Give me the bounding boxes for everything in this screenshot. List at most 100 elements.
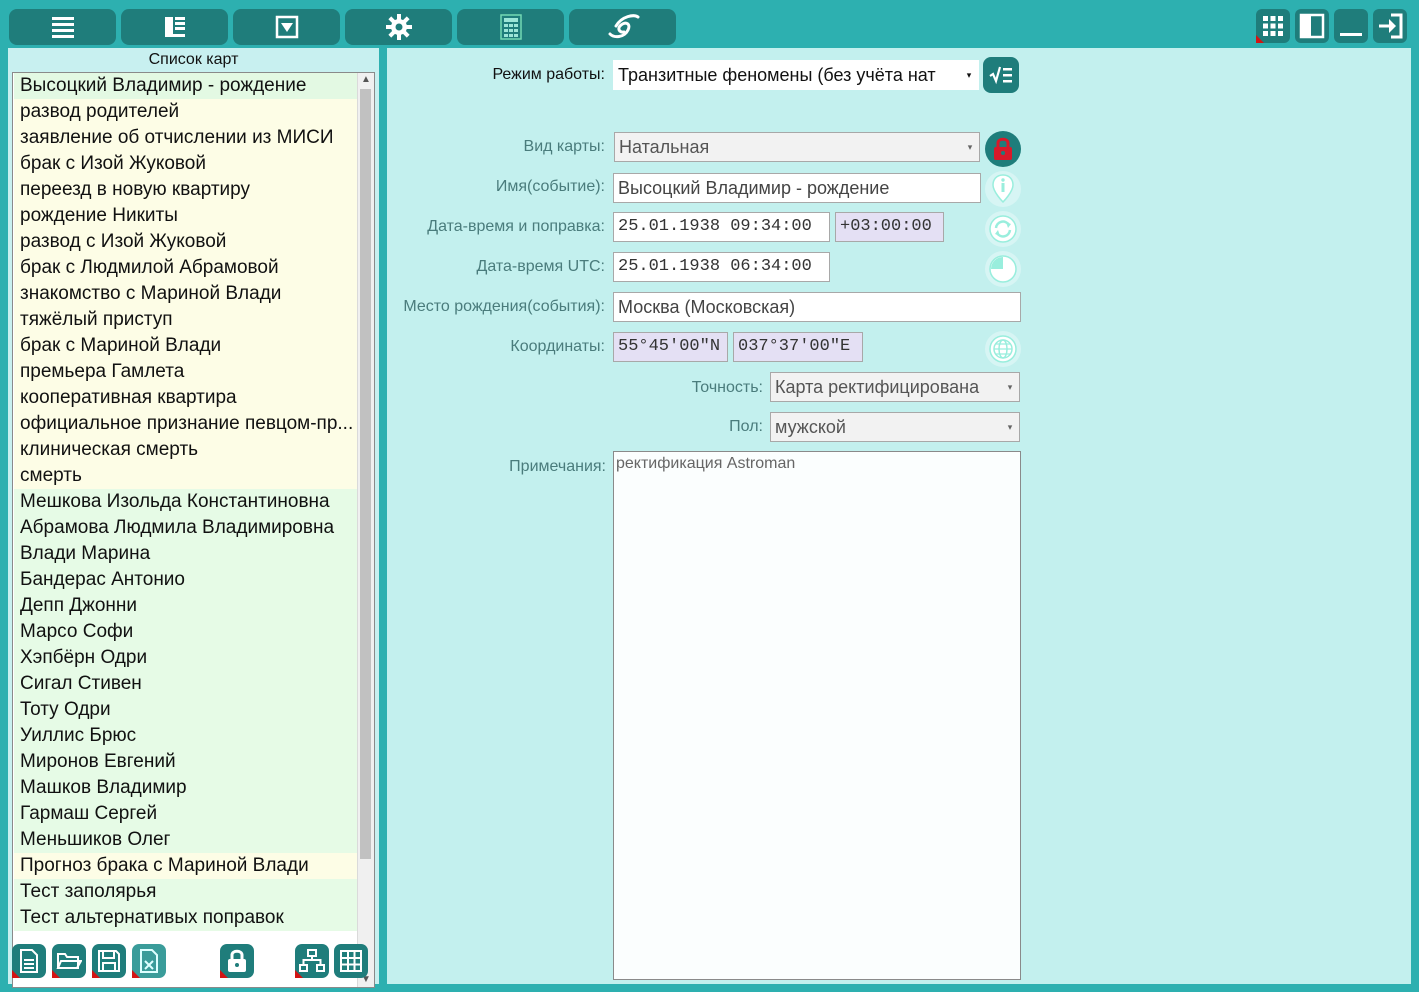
scroll-thumb[interactable] xyxy=(360,89,371,859)
red-corner-marker xyxy=(132,970,140,978)
list-item[interactable]: премьера Гамлета xyxy=(14,359,358,385)
list-item[interactable]: смерть xyxy=(14,463,358,489)
longitude-input[interactable]: 037°37'00"E xyxy=(733,332,863,362)
table-view-button[interactable] xyxy=(334,944,368,978)
list-item[interactable]: брак с Мариной Влади xyxy=(14,333,358,359)
gear-icon xyxy=(385,14,412,40)
list-item[interactable]: заявление об отчислении из МИСИ xyxy=(14,125,358,151)
list-item[interactable]: Хэпбёрн Одри xyxy=(14,645,358,671)
list-item[interactable]: Депп Джонни xyxy=(14,593,358,619)
layout-button[interactable] xyxy=(121,9,228,45)
logo-button[interactable] xyxy=(569,9,676,45)
grid-view-button[interactable] xyxy=(1256,9,1290,43)
list-item[interactable]: официальное признание певцом-пр... xyxy=(14,411,358,437)
name-label: Имя(событие): xyxy=(495,178,605,195)
coords-label: Координаты: xyxy=(510,338,605,355)
save-icon xyxy=(98,950,120,972)
minimize-icon xyxy=(1340,33,1362,36)
list-item[interactable]: Гармаш Сергей xyxy=(14,801,358,827)
lock-chart-button[interactable] xyxy=(985,131,1021,167)
scroll-up-arrow-icon[interactable]: ▲ xyxy=(358,73,374,87)
place-label: Место рождения(события): xyxy=(403,298,605,315)
settings-button[interactable] xyxy=(345,9,452,45)
latitude-input[interactable]: 55°45'00"N xyxy=(613,332,728,362)
list-item[interactable]: кооперативная квартира xyxy=(14,385,358,411)
mode-label: Режим работы: xyxy=(492,66,605,83)
list-item[interactable]: развод родителей xyxy=(14,99,358,125)
check-list-icon xyxy=(989,66,1012,85)
list-item[interactable]: рождение Никиты xyxy=(14,203,358,229)
delete-chart-button[interactable] xyxy=(132,944,166,978)
list-item[interactable]: знакомство с Мариной Влади xyxy=(14,281,358,307)
list-item[interactable]: Миронов Евгений xyxy=(14,749,358,775)
menu-icon xyxy=(51,17,74,38)
clock-icon xyxy=(989,255,1017,283)
panel-splitter[interactable] xyxy=(379,48,387,984)
datetime-input[interactable]: 25.01.1938 09:34:00 xyxy=(613,212,830,242)
calculator-icon xyxy=(499,14,522,40)
mode-select[interactable]: Транзитные феномены (без учёта нат ▾ xyxy=(613,60,979,90)
lock-list-button[interactable] xyxy=(220,944,254,978)
accuracy-select[interactable]: Карта ректифицирована ▾ xyxy=(770,372,1020,402)
list-item[interactable]: Бандерас Антонио xyxy=(14,567,358,593)
chart-type-label: Вид карты: xyxy=(523,138,605,155)
chart-list[interactable]: Высоцкий Владимир - рождение развод родит… xyxy=(12,72,375,988)
name-input[interactable]: Высоцкий Владимир - рождение xyxy=(613,173,981,203)
gender-select[interactable]: мужской ▾ xyxy=(770,412,1020,442)
lock-icon xyxy=(228,949,246,972)
gender-label: Пол: xyxy=(729,418,763,435)
list-item[interactable]: брак с Изой Жуковой xyxy=(14,151,358,177)
globe-icon xyxy=(989,335,1017,363)
mode-value: Транзитные феномены (без учёта нат xyxy=(618,65,936,85)
panel-toggle-button[interactable] xyxy=(1295,9,1329,43)
globe-button[interactable] xyxy=(985,331,1021,367)
utc-input[interactable]: 25.01.1938 06:34:00 xyxy=(613,252,830,282)
info-button[interactable] xyxy=(985,171,1021,207)
hierarchy-button[interactable] xyxy=(295,944,329,978)
refresh-button[interactable] xyxy=(985,211,1021,247)
menu-button[interactable] xyxy=(9,9,116,45)
place-input[interactable]: Москва (Московская) xyxy=(613,292,1021,322)
now-button[interactable] xyxy=(985,251,1021,287)
notes-value: ректификация Astroman xyxy=(616,455,796,472)
chevron-down-icon: ▾ xyxy=(1007,382,1013,392)
list-scrollbar[interactable]: ▲ ▼ xyxy=(357,73,374,987)
notes-textarea[interactable]: ректификация Astroman xyxy=(613,451,1021,980)
list-item[interactable]: Сигал Стивен xyxy=(14,671,358,697)
calculator-button[interactable] xyxy=(457,9,564,45)
chevron-down-icon: ▾ xyxy=(967,142,973,152)
list-item[interactable]: Машков Владимир xyxy=(14,775,358,801)
open-folder-icon xyxy=(56,953,82,969)
dropdown-button[interactable] xyxy=(233,9,340,45)
chart-list-items: Высоцкий Владимир - рождение развод родит… xyxy=(14,73,358,931)
list-item[interactable]: Высоцкий Владимир - рождение xyxy=(14,73,358,99)
list-item[interactable]: Тест альтернативых поправок xyxy=(14,905,358,931)
new-chart-button[interactable] xyxy=(12,944,46,978)
list-item[interactable]: брак с Людмилой Абрамовой xyxy=(14,255,358,281)
minimize-button[interactable] xyxy=(1334,9,1368,43)
chart-type-select[interactable]: Натальная ▾ xyxy=(614,132,980,162)
list-item[interactable]: Меньшиков Олег xyxy=(14,827,358,853)
list-item[interactable]: клиническая смерть xyxy=(14,437,358,463)
list-item[interactable]: развод с Изой Жуковой xyxy=(14,229,358,255)
list-item[interactable]: Влади Марина xyxy=(14,541,358,567)
open-chart-button[interactable] xyxy=(52,944,86,978)
list-item[interactable]: Прогноз брака с Мариной Влади xyxy=(14,853,358,879)
list-item[interactable]: Марсо Софи xyxy=(14,619,358,645)
list-item[interactable]: Тоту Одри xyxy=(14,697,358,723)
offset-value: +03:00:00 xyxy=(840,217,932,236)
list-item[interactable]: Уиллис Брюс xyxy=(14,723,358,749)
chevron-down-icon: ▾ xyxy=(1007,422,1013,432)
list-item[interactable]: переезд в новую квартиру xyxy=(14,177,358,203)
list-item[interactable]: Тест заполярья xyxy=(14,879,358,905)
name-value: Высоцкий Владимир - рождение xyxy=(618,178,890,198)
list-item[interactable]: Абрамова Людмила Владимировна xyxy=(14,515,358,541)
calculate-button[interactable] xyxy=(983,57,1019,93)
list-item[interactable]: Мешкова Изольда Константиновна xyxy=(14,489,358,515)
exit-button[interactable] xyxy=(1373,9,1407,43)
offset-input[interactable]: +03:00:00 xyxy=(835,212,944,242)
accuracy-value: Карта ректифицирована xyxy=(775,377,980,397)
list-item[interactable]: тяжёлый приступ xyxy=(14,307,358,333)
list-bottom-toolbar xyxy=(8,940,379,984)
save-chart-button[interactable] xyxy=(92,944,126,978)
